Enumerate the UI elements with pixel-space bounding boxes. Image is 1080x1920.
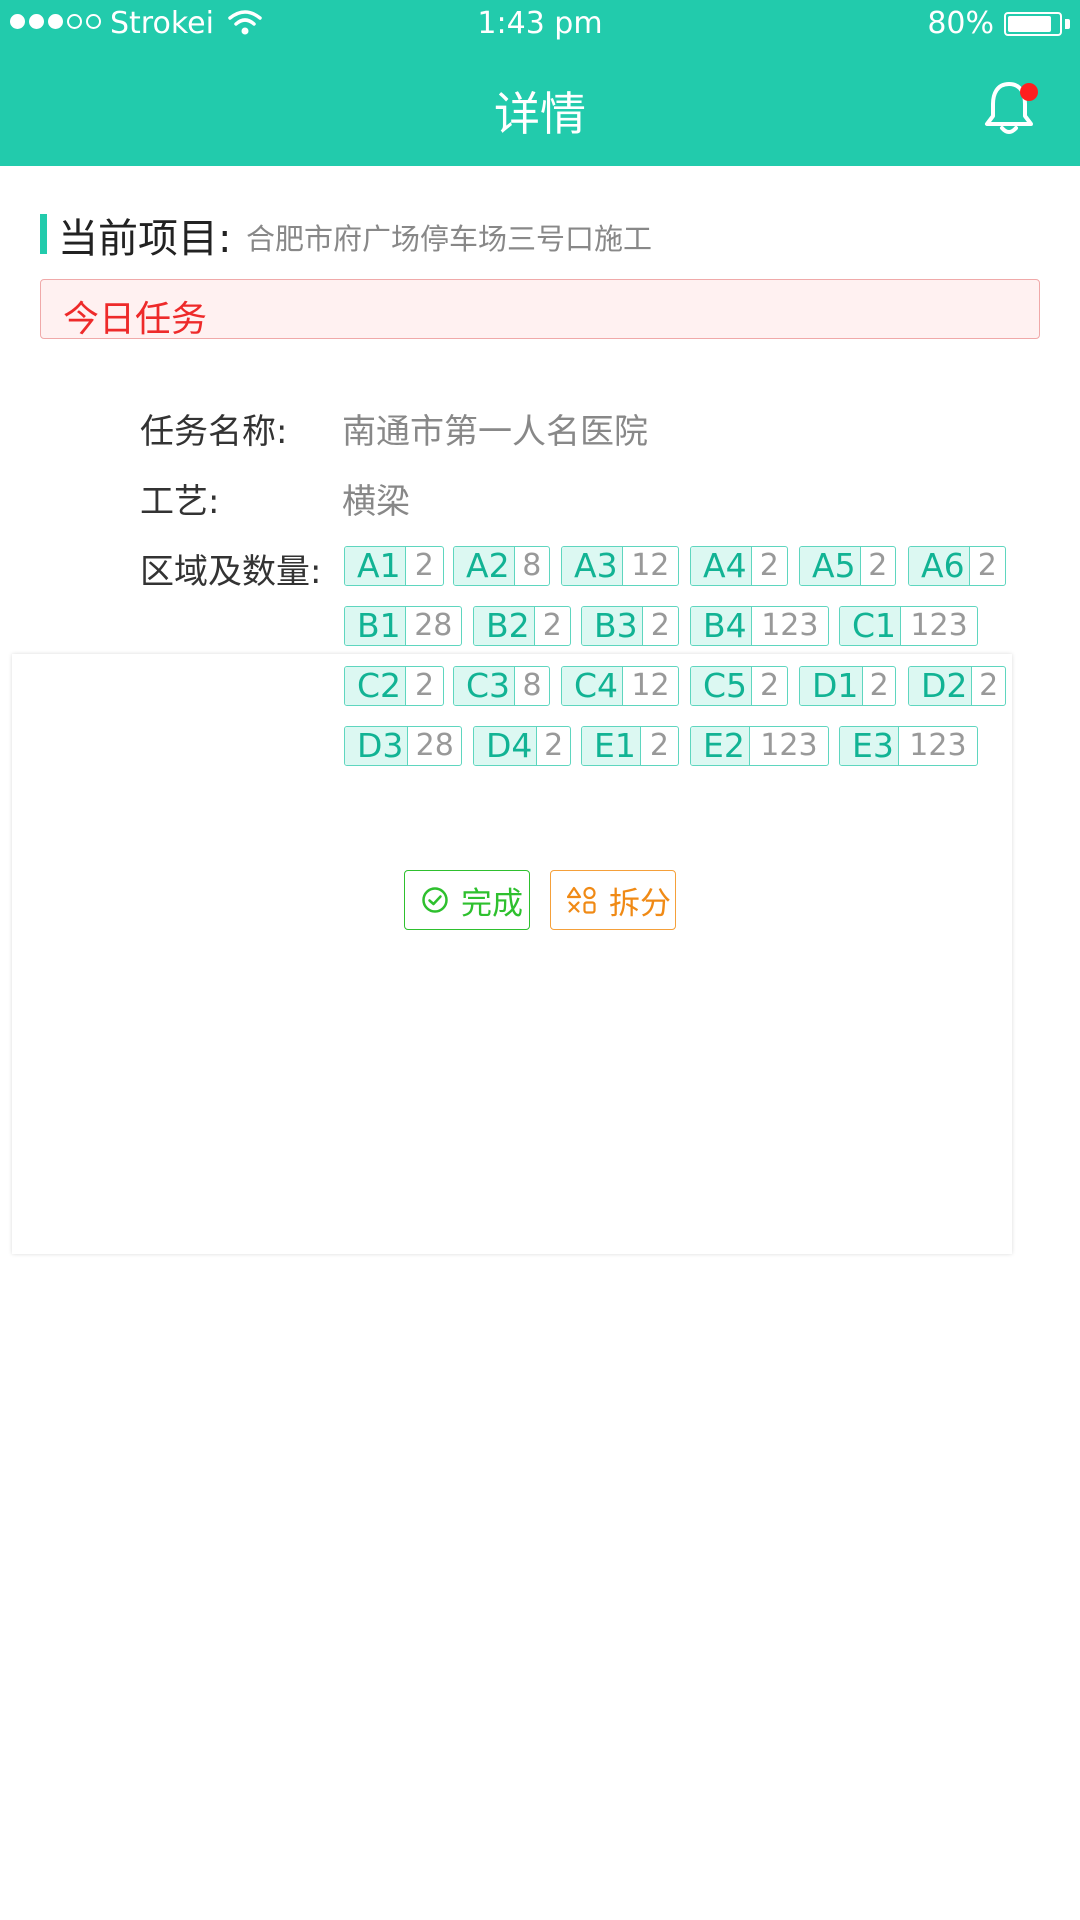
check-circle-icon [422, 887, 448, 913]
page-title: 详情 [494, 87, 586, 141]
area-tag: B2 2 [473, 606, 571, 646]
areas-label: 区域及数量: [140, 552, 322, 592]
task-name-value: 南通市第一人名医院 [342, 412, 648, 452]
today-tasks-label: 今日任务 [63, 299, 208, 340]
area-code: A1 [345, 547, 405, 585]
area-quantity: 2 [750, 547, 787, 585]
area-code: A5 [800, 547, 860, 585]
process-label: 工艺: [140, 482, 220, 522]
area-quantity: 12 [621, 547, 678, 585]
area-quantity: 2 [536, 727, 570, 765]
area-tag: A5 2 [799, 546, 896, 586]
area-code: C4 [562, 667, 623, 705]
area-quantity: 2 [639, 727, 678, 765]
battery-tip [1065, 19, 1070, 29]
area-tag: D1 2 [799, 666, 896, 706]
area-code: E3 [840, 727, 898, 765]
area-quantity: 123 [900, 607, 977, 645]
status-bar: Strokei 1:43 pm 80% [0, 0, 1080, 48]
area-tag: D3 28 [344, 726, 462, 766]
area-tag: E1 2 [581, 726, 679, 766]
area-tag: D2 2 [908, 666, 1006, 706]
area-code: B3 [582, 607, 642, 645]
area-quantity: 2 [533, 607, 570, 645]
area-tag: A6 2 [908, 546, 1006, 586]
area-tag: C4 12 [561, 666, 679, 706]
process-value: 横梁 [342, 482, 410, 522]
area-tag: E3 123 [839, 726, 978, 766]
area-code: D1 [800, 667, 863, 705]
area-tag: A4 2 [690, 546, 788, 586]
area-tag: A2 8 [453, 546, 550, 586]
today-tasks-banner: 今日任务 [40, 279, 1040, 340]
area-code: E1 [582, 727, 640, 765]
area-tag: B3 2 [581, 606, 679, 646]
notification-badge [1020, 83, 1038, 101]
area-quantity: 28 [407, 727, 461, 765]
split-icon [567, 886, 596, 914]
area-code: B4 [691, 607, 751, 645]
battery-icon [1004, 12, 1062, 36]
project-label: 当前项目: [58, 216, 232, 262]
area-quantity: 2 [641, 607, 678, 645]
area-tag: E2 123 [690, 726, 829, 766]
split-button[interactable]: 拆分 [550, 870, 676, 930]
area-code: D2 [909, 667, 972, 705]
battery-percent: 80% [927, 6, 994, 41]
complete-label: 完成 [461, 885, 523, 922]
area-tag: D4 2 [473, 726, 571, 766]
complete-button[interactable]: 完成 [404, 870, 530, 930]
area-quantity: 2 [862, 667, 895, 705]
area-tag: C1 123 [839, 606, 978, 646]
top-bar: Strokei 1:43 pm 80% 详情 [0, 0, 1080, 166]
area-tag: A1 2 [344, 546, 444, 586]
area-code: B2 [474, 607, 534, 645]
area-code: C1 [840, 607, 901, 645]
status-time: 1:43 pm [477, 6, 603, 41]
section-accent-bar [40, 214, 47, 254]
area-code: A4 [691, 547, 751, 585]
area-code: D4 [474, 727, 537, 765]
area-quantity: 2 [404, 547, 443, 585]
area-quantity: 28 [404, 607, 461, 645]
area-quantity: 8 [513, 547, 549, 585]
split-label: 拆分 [609, 885, 671, 922]
area-quantity: 2 [751, 667, 787, 705]
area-code: A3 [562, 547, 622, 585]
area-tag: C3 8 [453, 666, 550, 706]
area-tag: A3 12 [561, 546, 679, 586]
project-name: 合肥市府广场停车场三号口施工 [246, 222, 653, 256]
area-code: E2 [691, 727, 749, 765]
area-tag: B1 28 [344, 606, 462, 646]
area-quantity: 8 [514, 667, 549, 705]
area-tag: C2 2 [344, 666, 444, 706]
area-quantity: 2 [405, 667, 443, 705]
area-quantity: 2 [971, 667, 1005, 705]
area-quantity: 123 [897, 727, 977, 765]
area-code: C3 [454, 667, 515, 705]
area-code: B1 [345, 607, 405, 645]
area-code: A2 [454, 547, 514, 585]
area-quantity: 123 [750, 607, 828, 645]
area-tag: C5 2 [690, 666, 788, 706]
area-tag: B4 123 [690, 606, 829, 646]
area-code: C2 [345, 667, 406, 705]
area-code: C5 [691, 667, 752, 705]
area-quantity: 123 [748, 727, 828, 765]
area-quantity: 2 [968, 547, 1005, 585]
area-quantity: 12 [622, 667, 678, 705]
task-name-label: 任务名称: [140, 412, 288, 452]
area-quantity: 2 [859, 547, 895, 585]
area-code: D3 [345, 727, 408, 765]
area-code: A6 [909, 547, 969, 585]
